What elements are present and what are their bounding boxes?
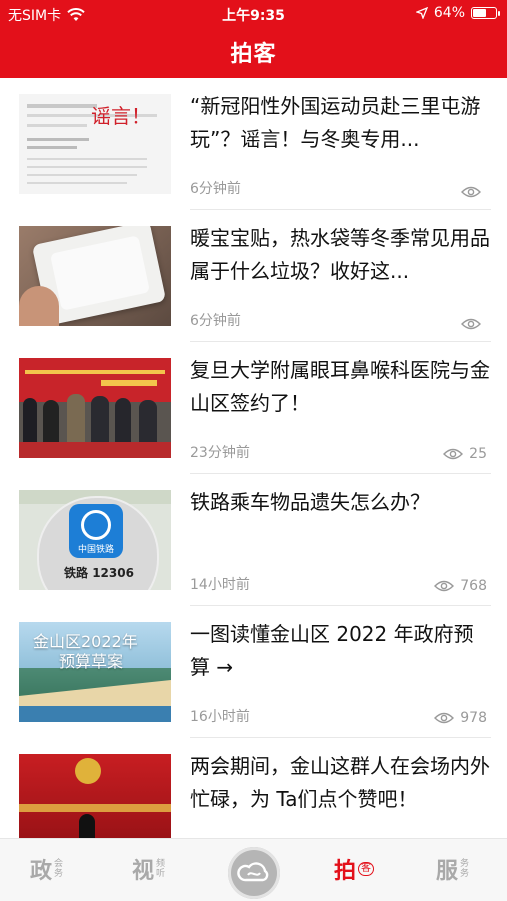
view-count: 25	[443, 446, 487, 462]
news-thumbnail: 中国铁路 铁路 12306	[19, 490, 171, 590]
news-item[interactable]: 复旦大学附属眼耳鼻喉科医院与金山区签约了！ 23分钟前 25	[0, 342, 507, 474]
battery-percent: 64%	[433, 5, 465, 21]
news-item[interactable]: 金山区2022年 预算草案 一图读懂金山区 2022 年政府预算 → 16小时前…	[0, 606, 507, 738]
news-title: 铁路乘车物品遗失怎么办？	[190, 490, 430, 514]
news-thumbnail	[19, 754, 171, 838]
thumb-overlay-text: 谣言！	[91, 104, 151, 128]
tab-sub-label: 频	[156, 859, 166, 869]
thumb-overlay-text-2: 预算草案	[59, 652, 124, 671]
news-time: 6分钟前	[190, 181, 241, 197]
eye-icon	[461, 318, 481, 330]
news-time: 14小时前	[190, 577, 250, 593]
eye-icon	[443, 448, 464, 460]
page-title: 拍客	[230, 42, 277, 67]
news-title: 一图读懂金山区 2022 年政府预算 →	[190, 622, 474, 679]
news-item[interactable]: 中国铁路 铁路 12306 铁路乘车物品遗失怎么办？ 14小时前 768	[0, 474, 507, 606]
news-title: 两会期间，金山这群人在会场内外忙碌，为 Ta们点个赞吧！	[190, 754, 490, 811]
tab-sub-label: 听	[156, 869, 166, 879]
news-title: 复旦大学附属眼耳鼻喉科医院与金山区签约了！	[190, 358, 490, 415]
tab-label: 拍	[334, 859, 357, 884]
tab-sub-label: 客	[361, 863, 372, 874]
tab-label: 政	[30, 859, 53, 884]
battery-icon	[471, 7, 500, 19]
center-cloud-button[interactable]	[228, 847, 280, 899]
bottom-tab-bar: 政 会务 视 频听 拍 客 服 务务	[0, 838, 507, 901]
eye-icon	[434, 712, 455, 724]
tab-service[interactable]: 服 务务	[436, 853, 469, 885]
tab-government[interactable]: 政 会务	[30, 853, 63, 885]
news-thumbnail: 金山区2022年 预算草案	[19, 622, 171, 722]
location-arrow-icon	[415, 7, 428, 19]
view-count: 768	[434, 578, 487, 594]
news-item[interactable]: 谣言！ “新冠阳性外国运动员赴三里屯游玩”？谣言！与冬奥专用... 6分钟前	[0, 78, 507, 210]
thumb-overlay-text: 铁路 12306	[64, 566, 134, 580]
eye-icon	[434, 580, 455, 592]
news-thumbnail: 谣言！	[19, 94, 171, 194]
view-count	[461, 318, 487, 330]
eye-icon	[461, 186, 481, 198]
news-time: 6分钟前	[190, 313, 241, 329]
news-thumbnail	[19, 358, 171, 458]
view-count	[461, 186, 487, 198]
news-thumbnail	[19, 226, 171, 326]
view-count-value: 978	[460, 710, 487, 726]
tab-sub-label: 会	[54, 859, 64, 869]
battery-fill	[473, 9, 486, 17]
tab-reporter[interactable]: 拍 客	[334, 853, 375, 885]
view-count: 978	[434, 710, 487, 726]
status-bar: 无SIM卡 上午9:35 64%	[0, 0, 507, 28]
app-header: 无SIM卡 上午9:35 64% 拍客	[0, 0, 507, 78]
thumb-sub-text: 中国铁路	[77, 545, 114, 555]
tab-label: 视	[132, 859, 155, 884]
news-title: 暖宝宝贴，热水袋等冬季常见用品属于什么垃圾？收好这...	[190, 226, 490, 283]
view-count-value: 768	[460, 578, 487, 594]
infinity-cloud-icon	[237, 862, 269, 882]
news-item[interactable]: 两会期间，金山这群人在会场内外忙碌，为 Ta们点个赞吧！	[0, 738, 507, 838]
tab-sub-label: 务	[460, 859, 470, 869]
news-item[interactable]: 暖宝宝贴，热水袋等冬季常见用品属于什么垃圾？收好这... 6分钟前	[0, 210, 507, 342]
tab-sub-label: 务	[54, 869, 64, 879]
news-time: 23分钟前	[190, 445, 250, 461]
news-list: 谣言！ “新冠阳性外国运动员赴三里屯游玩”？谣言！与冬奥专用... 6分钟前 暖…	[0, 78, 507, 838]
news-time: 16小时前	[190, 709, 250, 725]
tab-label: 服	[436, 859, 459, 884]
tab-video[interactable]: 视 频听	[132, 853, 165, 885]
view-count-value: 25	[469, 446, 487, 462]
tab-sub-label: 务	[460, 869, 470, 879]
news-title: “新冠阳性外国运动员赴三里屯游玩”？谣言！与冬奥专用...	[190, 94, 481, 151]
